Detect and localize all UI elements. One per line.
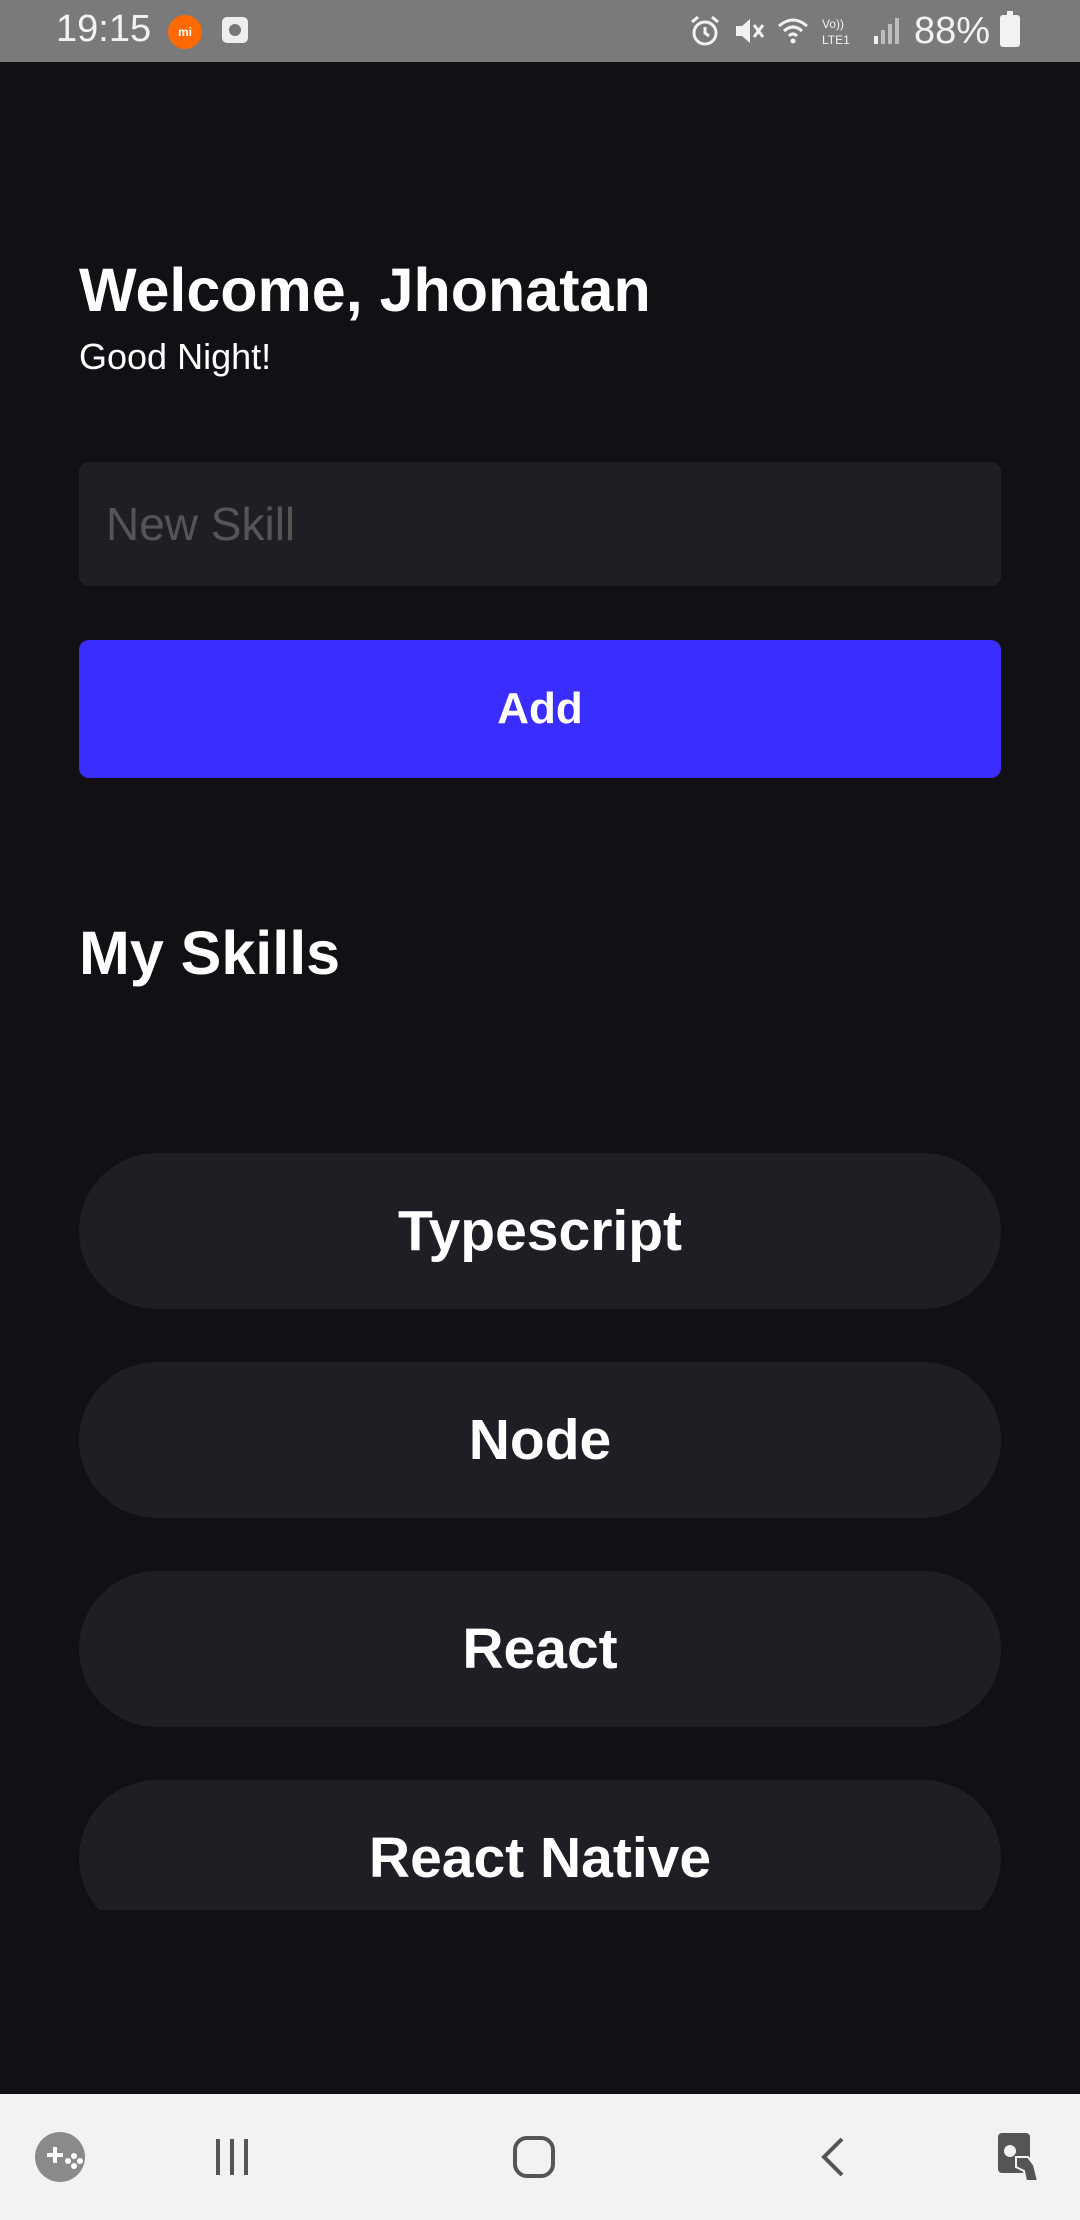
signal-icon (873, 18, 899, 44)
game-launcher-icon (35, 2132, 85, 2182)
add-button[interactable]: Add (79, 640, 1001, 778)
volte-icon: Vo)) LTE1 (822, 17, 850, 47)
home-button[interactable] (494, 2094, 574, 2220)
skill-card[interactable]: React Native (79, 1780, 1001, 1910)
alarm-icon (690, 15, 719, 46)
skills-list[interactable]: Typescript Node React React Native (0, 1100, 1080, 1910)
mute-icon (735, 19, 765, 43)
navigation-bar (0, 2094, 1080, 2220)
skill-card[interactable]: Typescript (79, 1153, 1001, 1309)
back-icon (821, 2137, 844, 2177)
svg-text:LTE1: LTE1 (822, 33, 850, 47)
recent-apps-button[interactable] (192, 2094, 272, 2220)
battery-percent: 88% (913, 10, 990, 52)
status-time: 19:15 (56, 8, 152, 50)
skill-card[interactable]: React (79, 1571, 1001, 1727)
greeting-text: Good Night! (79, 336, 272, 377)
back-button[interactable] (796, 2094, 876, 2220)
app-notification-icon (222, 17, 248, 43)
recent-apps-icon (216, 2139, 248, 2175)
accessibility-icon (998, 2133, 1040, 2182)
wifi-icon (777, 18, 808, 44)
welcome-title: Welcome, Jhonatan (79, 256, 651, 324)
battery-charging-icon (1000, 11, 1020, 47)
new-skill-input[interactable] (79, 462, 1001, 586)
accessibility-button[interactable] (980, 2094, 1060, 2220)
svg-text:Vo)): Vo)) (822, 17, 844, 31)
skill-card[interactable]: Node (79, 1362, 1001, 1518)
status-icons: Vo)) LTE1 88% (688, 10, 1020, 52)
status-bar: 19:15 mi Vo)) LTE1 88% (0, 0, 1080, 62)
my-skills-title: My Skills (79, 919, 341, 987)
home-icon (513, 2136, 555, 2178)
game-launcher-button[interactable] (25, 2094, 95, 2220)
mi-icon: mi (168, 15, 202, 49)
